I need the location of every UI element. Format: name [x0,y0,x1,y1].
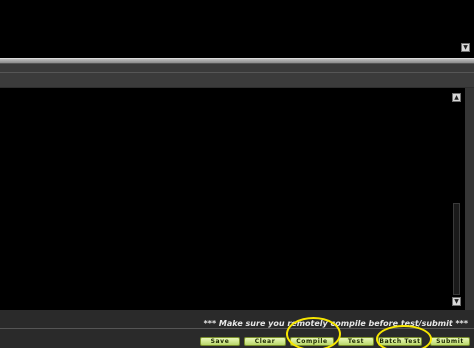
submit-button[interactable]: Submit [430,337,470,346]
editor-header [0,72,474,88]
scroll-up-icon[interactable]: ▲ [452,93,461,102]
scrollbar-thumb[interactable] [453,203,460,295]
clear-button[interactable]: Clear [244,337,286,346]
compile-button[interactable]: Compile [290,337,334,346]
save-button[interactable]: Save [200,337,240,346]
pane-gap [0,64,474,72]
compile-reminder-message: *** Make sure you remotely compile befor… [203,319,468,328]
output-pane[interactable]: ▼ [0,0,474,59]
editor-frame [465,88,474,310]
scroll-down-icon[interactable]: ▼ [461,43,470,52]
arena-window: ▼ ▲ ▼ *** Make sure you remotely compile… [0,0,474,348]
test-button[interactable]: Test [338,337,374,346]
code-editor[interactable] [0,88,465,310]
scroll-down-icon[interactable]: ▼ [452,297,461,306]
batch-test-button[interactable]: Batch Test [378,337,422,346]
editor-scrollbar[interactable]: ▲ ▼ [451,93,463,306]
